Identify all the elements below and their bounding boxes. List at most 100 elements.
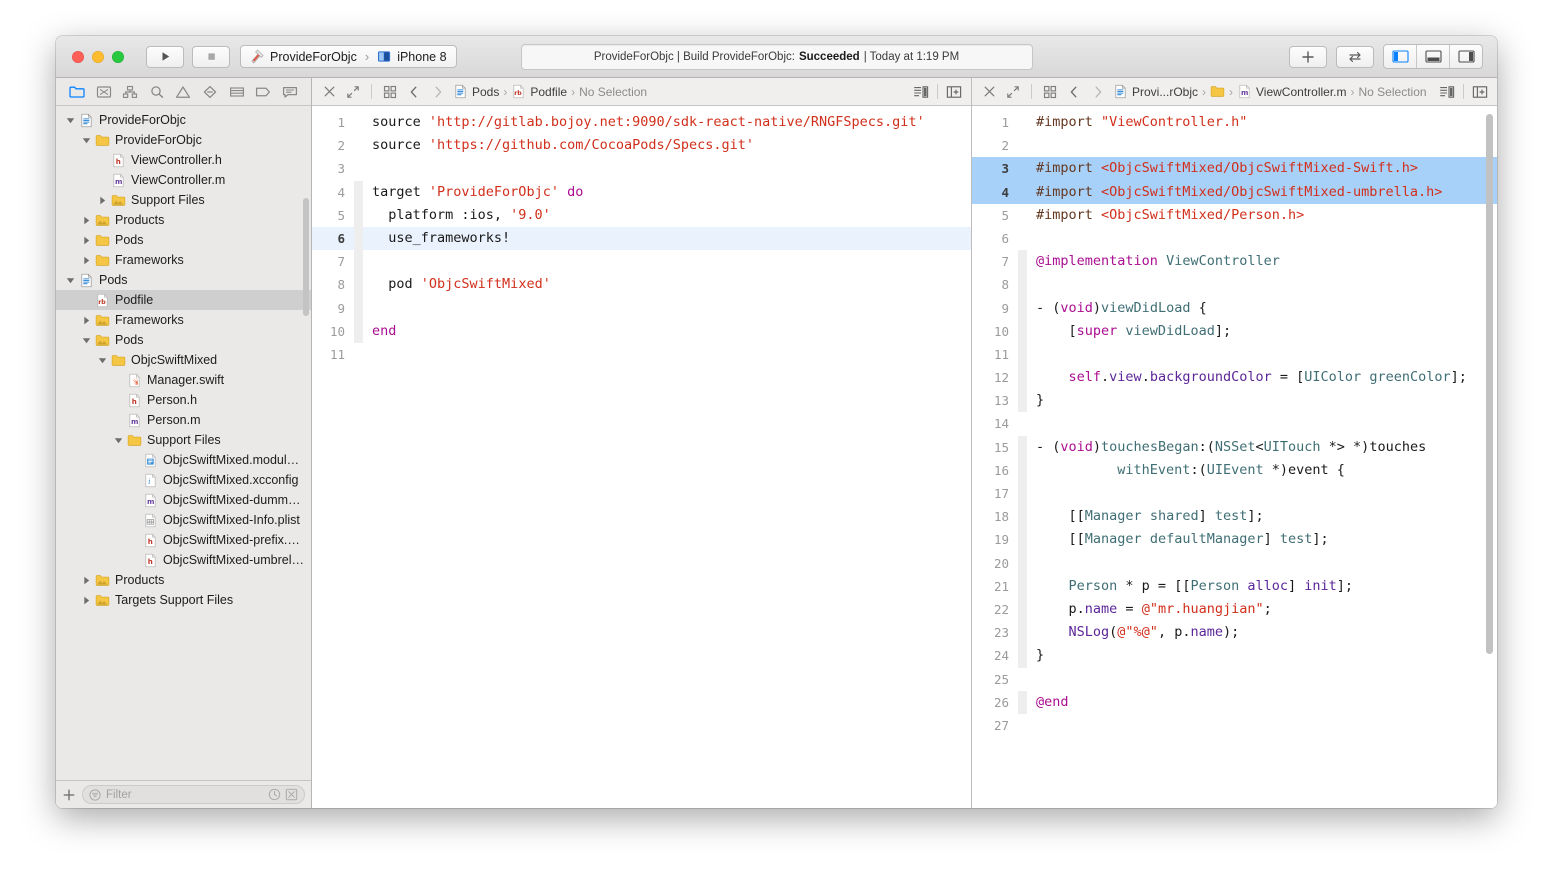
code-folding-ribbon[interactable] [354, 296, 363, 320]
tree-row[interactable]: Frameworks [56, 310, 311, 330]
code-line[interactable]: 24} [972, 644, 1497, 668]
line-number[interactable]: 6 [972, 227, 1018, 250]
code-text[interactable]: pod 'ObjcSwiftMixed' [363, 273, 551, 296]
code-text[interactable]: end [363, 320, 396, 343]
stop-button[interactable] [192, 45, 230, 68]
find-navigator-icon[interactable] [146, 82, 168, 102]
disclosure-triangle-closed[interactable] [80, 574, 92, 586]
code-text[interactable]: NSLog(@"%@", p.name); [1027, 621, 1240, 644]
code-folding-ribbon[interactable] [1018, 366, 1027, 390]
line-number[interactable]: 16 [972, 459, 1018, 482]
disclosure-triangle-open[interactable] [80, 134, 92, 146]
tree-row[interactable]: Pods [56, 330, 311, 350]
add-editor-icon[interactable] [1471, 82, 1489, 102]
right-breadcrumb[interactable]: Provi...rObjc › › m ViewController.m › No Sel… [1113, 84, 1427, 99]
code-text[interactable]: @implementation ViewController [1027, 250, 1280, 273]
status-bar[interactable]: ProvideForObjc | Build ProvideForObjc: S… [520, 43, 1033, 70]
code-text[interactable]: withEvent:(UIEvent *)event { [1027, 459, 1345, 482]
disclosure-triangle-closed[interactable] [80, 314, 92, 326]
source-control-filter-icon[interactable] [285, 788, 298, 801]
code-text[interactable]: [[Manager shared] test]; [1027, 505, 1264, 528]
tree-row[interactable]: rb Podfile [56, 290, 311, 310]
run-button[interactable] [146, 45, 184, 68]
zoom-button[interactable] [112, 50, 124, 63]
tree-row[interactable]: h ObjcSwiftMixed-prefix.pch [56, 530, 311, 550]
tree-row[interactable]: Pods [56, 230, 311, 250]
line-number[interactable]: 15 [972, 436, 1018, 459]
line-number[interactable]: 26 [972, 691, 1018, 714]
line-number[interactable]: 5 [972, 204, 1018, 227]
code-folding-ribbon[interactable] [354, 343, 363, 366]
add-file-button[interactable] [62, 788, 76, 802]
code-folding-ribbon[interactable] [1018, 111, 1027, 134]
close-icon[interactable] [320, 82, 338, 102]
line-number[interactable]: 10 [972, 320, 1018, 343]
code-text[interactable]: - (void)touchesBegan:(NSSet<UITouch *> *… [1027, 436, 1426, 459]
code-line[interactable]: 13} [972, 389, 1497, 413]
debug-navigator-icon[interactable] [226, 82, 248, 102]
code-folding-ribbon[interactable] [354, 273, 363, 297]
code-folding-ribbon[interactable] [354, 250, 363, 274]
close-button[interactable] [72, 50, 84, 63]
code-text[interactable]: - (void)viewDidLoad { [1027, 297, 1207, 320]
minimize-button[interactable] [92, 50, 104, 63]
project-navigator-icon[interactable] [66, 82, 88, 102]
code-text[interactable]: use_frameworks! [363, 227, 510, 250]
code-line[interactable]: 2 source 'https://github.com/CocoaPods/Sp… [312, 134, 971, 157]
code-line[interactable]: 15 - (void)touchesBegan:(NSSet<UITouch *>… [972, 435, 1497, 459]
code-text[interactable]: [super viewDidLoad]; [1027, 320, 1232, 343]
code-text[interactable]: #import <ObjcSwiftMixed/ObjcSwiftMixed-S… [1027, 157, 1418, 180]
line-number[interactable]: 3 [312, 157, 354, 180]
code-folding-ribbon[interactable] [1018, 227, 1027, 250]
code-line[interactable]: 19 [[Manager defaultManager] test]; [972, 528, 1497, 552]
code-text[interactable]: } [1027, 644, 1044, 667]
code-line[interactable]: 5 #import <ObjcSwiftMixed/Person.h> [972, 204, 1497, 227]
line-number[interactable]: 8 [972, 273, 1018, 296]
chevron-left-icon[interactable] [405, 82, 423, 102]
code-line[interactable]: 2 [972, 134, 1497, 157]
code-folding-ribbon[interactable] [354, 203, 363, 227]
tree-row[interactable]: Pods [56, 270, 311, 290]
line-number[interactable]: 27 [972, 714, 1018, 737]
breadcrumb-segment[interactable] [1210, 84, 1225, 99]
breakpoint-navigator-icon[interactable] [252, 82, 274, 102]
line-number[interactable]: 2 [312, 134, 354, 157]
tree-row[interactable]: Manager.swift [56, 370, 311, 390]
line-number[interactable]: 20 [972, 552, 1018, 575]
filter-input[interactable]: Filter [82, 785, 305, 804]
show-hide-editor-button[interactable] [1336, 45, 1374, 68]
tree-row[interactable]: Support Files [56, 430, 311, 450]
code-text[interactable]: self.view.backgroundColor = [UIColor gre… [1027, 366, 1467, 389]
line-number[interactable]: 23 [972, 621, 1018, 644]
right-code-view[interactable]: 1 #import "ViewController.h" 2 3 #import <Ob… [972, 106, 1497, 808]
toggle-navigator-button[interactable] [1384, 45, 1417, 68]
code-line[interactable]: 8 [972, 273, 1497, 297]
disclosure-triangle-open[interactable] [64, 114, 76, 126]
line-number[interactable]: 7 [312, 250, 354, 273]
code-line[interactable]: 16 withEvent:(UIEvent *)event { [972, 458, 1497, 482]
code-text[interactable]: platform :ios, '9.0' [363, 204, 551, 227]
line-number[interactable]: 22 [972, 598, 1018, 621]
line-number[interactable]: 10 [312, 320, 354, 343]
code-line[interactable]: 27 [972, 714, 1497, 737]
scheme-selector[interactable]: ProvideForObjc › iPhone 8 [240, 45, 457, 68]
breadcrumb-segment[interactable]: No Selection [579, 85, 647, 99]
code-folding-ribbon[interactable] [1018, 250, 1027, 274]
line-number[interactable]: 25 [972, 668, 1018, 691]
code-folding-ribbon[interactable] [354, 134, 363, 157]
report-navigator-icon[interactable] [279, 82, 301, 102]
tree-row[interactable]: Products [56, 210, 311, 230]
breadcrumb-segment[interactable]: m ViewController.m [1237, 84, 1347, 99]
code-text[interactable]: [[Manager defaultManager] test]; [1027, 528, 1329, 551]
code-folding-ribbon[interactable] [354, 157, 363, 180]
code-line[interactable]: 3 #import <ObjcSwiftMixed/ObjcSwiftMixed-… [972, 157, 1497, 181]
code-line[interactable]: 1 #import "ViewController.h" [972, 111, 1497, 134]
code-folding-ribbon[interactable] [1018, 389, 1027, 413]
code-line[interactable]: 25 [972, 668, 1497, 691]
chevron-right-icon[interactable] [429, 82, 447, 102]
left-code-view[interactable]: 1 source 'http://gitlab.bojoy.net:9090/sd… [312, 106, 971, 808]
line-number[interactable]: 11 [312, 343, 354, 366]
line-number[interactable]: 9 [972, 297, 1018, 320]
code-folding-ribbon[interactable] [1018, 597, 1027, 622]
related-items-icon[interactable] [381, 82, 399, 102]
